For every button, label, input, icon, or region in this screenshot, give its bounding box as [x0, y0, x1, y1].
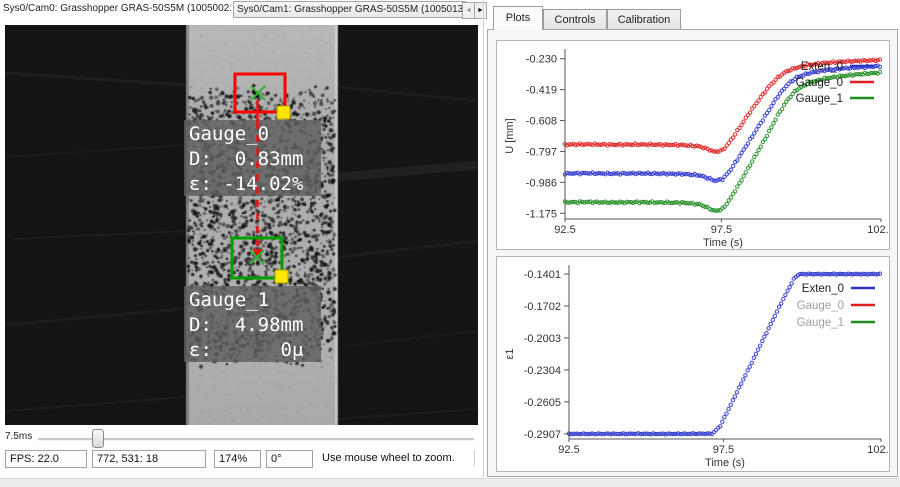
- svg-text:Gauge_1: Gauge_1: [797, 317, 844, 329]
- zoom-level: 174%: [214, 450, 261, 468]
- rotation-angle: 0°: [266, 450, 313, 468]
- displacement-chart: -0.230 -0.419 -0.608 -0.797 -0.986 -1.175 92.5…: [496, 40, 890, 250]
- svg-text:-0.1401: -0.1401: [524, 269, 561, 281]
- svg-text:Time (s): Time (s): [703, 237, 743, 249]
- exposure-label: 7.5ms: [5, 431, 32, 442]
- camera-tabbar: Sys0/Cam0: Grasshopper GRAS-50S5M (10050…: [0, 0, 486, 19]
- svg-text:U [mm]: U [mm]: [504, 118, 516, 153]
- tab-cam0-live[interactable]: Sys0/Cam0: Grasshopper GRAS-50S5M (10050…: [3, 1, 231, 16]
- svg-text:-0.1702: -0.1702: [524, 301, 561, 313]
- svg-text:102.6: 102.6: [867, 444, 889, 456]
- svg-text:-0.2907: -0.2907: [524, 429, 561, 441]
- svg-text:Exten_0: Exten_0: [802, 283, 844, 295]
- tab-scroll-right-icon[interactable]: ►: [474, 2, 487, 19]
- svg-text:Gauge_0: Gauge_0: [796, 77, 843, 89]
- svg-text:-0.986: -0.986: [526, 177, 557, 189]
- svg-text:-0.2605: -0.2605: [524, 397, 561, 409]
- tab-cam1[interactable]: Sys0/Cam1: Grasshopper GRAS-50S5M (10050…: [233, 1, 466, 18]
- svg-text:Gauge_0: Gauge_0: [797, 300, 844, 312]
- svg-text:-0.2003: -0.2003: [524, 333, 561, 345]
- svg-text:Time (s): Time (s): [705, 457, 745, 469]
- camera-view[interactable]: Gauge_0 D: 0.83mm ε: -14.02% Gauge_1 D: …: [5, 25, 478, 425]
- window-bottom-edge: [0, 478, 900, 487]
- svg-text:92.5: 92.5: [554, 224, 575, 236]
- svg-text:97.5: 97.5: [711, 224, 732, 236]
- panel-splitter[interactable]: [483, 0, 484, 477]
- svg-text:-0.608: -0.608: [526, 116, 557, 128]
- plots-panel: Plots Controls Calibration -0.230-0.419-…: [487, 6, 898, 477]
- gauge-overlay: [5, 25, 478, 425]
- svg-text:-0.797: -0.797: [526, 146, 557, 158]
- fps-indicator: FPS: 22.0: [5, 450, 87, 468]
- tab-controls[interactable]: Controls: [543, 9, 607, 30]
- tab-plots[interactable]: Plots: [493, 6, 543, 30]
- chart1-plot: -0.230 -0.419 -0.608 -0.797 -0.986 -1.175 92.5…: [497, 41, 889, 249]
- svg-text:97.5: 97.5: [713, 444, 734, 456]
- svg-text:Exten_0: Exten_0: [801, 61, 843, 73]
- svg-text:102.6: 102.6: [867, 224, 889, 236]
- svg-text:-0.230: -0.230: [526, 54, 557, 66]
- zoom-hint-text: Use mouse wheel to zoom.: [318, 450, 475, 466]
- svg-text:Gauge_1: Gauge_1: [796, 93, 843, 105]
- gauge1-drag-handle[interactable]: [275, 270, 288, 283]
- exposure-row: 7.5ms: [0, 428, 483, 448]
- svg-text:-0.2304: -0.2304: [524, 365, 561, 377]
- plots-tab-page: -0.230 -0.419 -0.608 -0.797 -0.986 -1.175 92.5…: [487, 29, 898, 477]
- strain-chart: -0.1401 -0.1702 -0.2003 -0.2304 -0.2605 -0.29…: [496, 256, 890, 472]
- pixel-readout: 772, 531: 18: [92, 450, 206, 468]
- status-bar: FPS: 22.0 772, 531: 18 174% 0° Use mouse…: [0, 450, 483, 470]
- svg-text:ε1: ε1: [504, 348, 516, 359]
- gauge0-drag-handle[interactable]: [277, 106, 290, 119]
- svg-text:-1.175: -1.175: [526, 208, 557, 220]
- tab-calibration[interactable]: Calibration: [607, 9, 681, 30]
- app-window: Sys0/Cam0: Grasshopper GRAS-50S5M (10050…: [0, 0, 900, 487]
- chart2-plot: -0.1401 -0.1702 -0.2003 -0.2304 -0.2605 -0.29…: [497, 257, 889, 471]
- svg-text:-0.419: -0.419: [526, 85, 557, 97]
- exposure-slider-handle[interactable]: [92, 429, 104, 448]
- svg-text:92.5: 92.5: [558, 444, 579, 456]
